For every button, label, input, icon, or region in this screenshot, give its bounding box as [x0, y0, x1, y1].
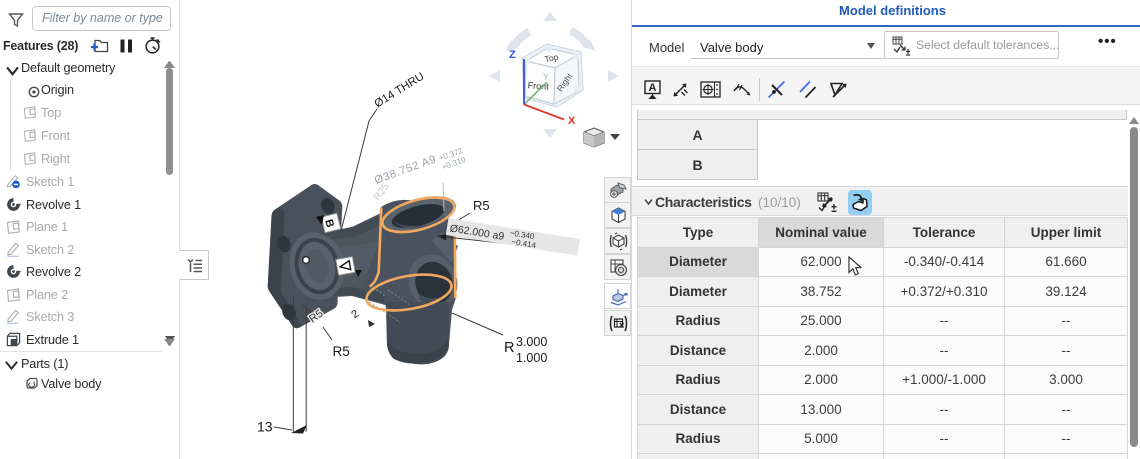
- svg-text:R: R: [504, 340, 514, 356]
- svg-text:2: 2: [349, 308, 361, 321]
- svg-text:3.000: 3.000: [516, 335, 547, 349]
- svg-text:13: 13: [257, 419, 273, 435]
- svg-text:Ø14 THRU: Ø14 THRU: [372, 70, 426, 110]
- svg-text:R25: R25: [372, 181, 392, 203]
- svg-text:X: X: [568, 115, 576, 127]
- svg-text:Y: Y: [543, 72, 549, 82]
- svg-text:R5: R5: [333, 344, 350, 359]
- svg-text:1.000: 1.000: [516, 351, 547, 365]
- svg-text:Z: Z: [509, 49, 516, 61]
- svg-text:A: A: [649, 82, 657, 94]
- svg-text:R5: R5: [473, 198, 490, 213]
